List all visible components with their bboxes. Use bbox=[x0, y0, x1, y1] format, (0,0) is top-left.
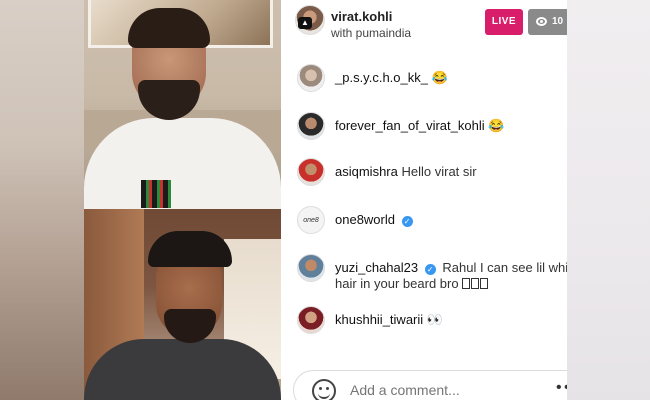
unrendered-emoji-icon bbox=[462, 276, 489, 291]
shirt-print bbox=[141, 180, 171, 208]
list-item: _p.s.y.c.h.o_kk_ 😂 bbox=[281, 64, 567, 98]
guest-video-feed bbox=[84, 209, 281, 400]
host-subtitle: with pumaindia bbox=[331, 26, 412, 40]
comment-username[interactable]: one8world bbox=[335, 212, 395, 227]
laughing-emoji-icon: 😂 bbox=[488, 118, 505, 133]
eye-icon bbox=[536, 17, 547, 26]
avatar[interactable] bbox=[297, 158, 325, 186]
host-hair bbox=[128, 8, 210, 48]
host-video-feed bbox=[84, 0, 281, 209]
puma-logo-icon: ▲ bbox=[298, 17, 312, 29]
list-item: asiqmishra Hello virat sir bbox=[281, 158, 567, 192]
host-username[interactable]: virat.kohli bbox=[331, 9, 392, 24]
guest-torso bbox=[84, 339, 281, 400]
avatar[interactable] bbox=[297, 306, 325, 334]
avatar[interactable] bbox=[297, 254, 325, 282]
instagram-live-screen: ▲ virat.kohli with pumaindia LIVE 10 _p.… bbox=[0, 0, 650, 400]
guest-cap bbox=[148, 231, 232, 267]
verified-icon: ✓ bbox=[401, 216, 413, 227]
live-badge: LIVE bbox=[485, 9, 523, 35]
comment-username[interactable]: asiqmishra bbox=[335, 164, 398, 179]
laughing-emoji-icon: 😂 bbox=[431, 70, 448, 85]
smile-icon[interactable] bbox=[312, 379, 336, 400]
background-blur-right bbox=[567, 0, 650, 400]
list-item: yuzi_chahal23 ✓ Rahul I can see lil whit… bbox=[281, 254, 567, 304]
guest-beard bbox=[164, 309, 216, 343]
list-item: khushhii_tiwarii 👀 bbox=[281, 306, 567, 340]
comment-username[interactable]: forever_fan_of_virat_kohli bbox=[335, 118, 485, 133]
verified-icon: ✓ bbox=[424, 264, 436, 275]
more-icon[interactable]: • • • bbox=[556, 379, 567, 397]
host-torso bbox=[84, 118, 281, 209]
comment-composer: • • • bbox=[293, 370, 567, 400]
background-blur-left bbox=[0, 0, 84, 400]
live-comment-panel: ▲ virat.kohli with pumaindia LIVE 10 _p.… bbox=[281, 0, 567, 400]
one8-logo-avatar[interactable]: one8 bbox=[297, 206, 325, 234]
viewer-count: 10 bbox=[552, 16, 564, 27]
comment-username[interactable]: _p.s.y.c.h.o_kk_ bbox=[335, 70, 428, 85]
comment-input[interactable] bbox=[350, 382, 530, 398]
comment-text: Hello virat sir bbox=[401, 164, 477, 179]
live-header: ▲ virat.kohli with pumaindia LIVE 10 bbox=[281, 0, 567, 46]
comment-username[interactable]: khushhii_tiwarii bbox=[335, 312, 423, 327]
viewer-count-badge[interactable]: 10 bbox=[528, 9, 567, 35]
avatar[interactable] bbox=[297, 64, 325, 92]
list-item: forever_fan_of_virat_kohli 😂 bbox=[281, 112, 567, 146]
avatar[interactable] bbox=[297, 112, 325, 140]
eyes-emoji-icon: 👀 bbox=[426, 312, 443, 327]
list-item: one8 one8world ✓ bbox=[281, 206, 567, 240]
comment-text-continued: hair in your beard bro bbox=[335, 276, 459, 291]
comment-username[interactable]: yuzi_chahal23 bbox=[335, 260, 418, 275]
comment-text: Rahul I can see lil whit bbox=[442, 260, 567, 275]
